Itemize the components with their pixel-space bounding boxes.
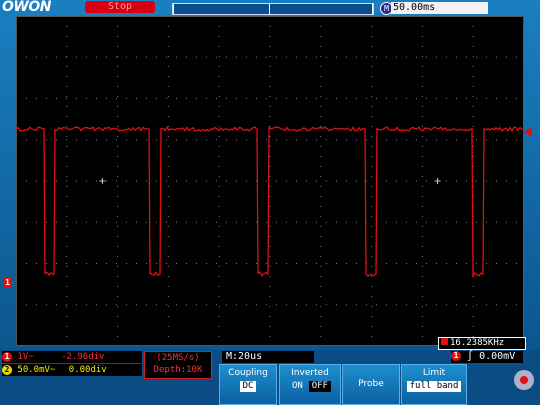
trigger-edge-icon: ∫ — [467, 351, 473, 362]
run-stop-status[interactable]: Stop — [85, 1, 155, 13]
menu-probe[interactable]: Probe — [342, 364, 400, 405]
waveform-screen — [16, 16, 524, 346]
menu-inverted[interactable]: Inverted ON OFF — [279, 364, 341, 405]
ch2-badge: 2 — [2, 365, 12, 375]
owon-logo: OWON — [2, 0, 51, 14]
inverted-off-option[interactable]: OFF — [309, 381, 331, 392]
sample-rate: (25MS/s) — [145, 352, 211, 364]
oscilloscope-display: OWON Stop M 50.00ms 1 16.2385KHz 1 1V~ -… — [0, 0, 540, 405]
record-depth: Depth:10K — [145, 364, 211, 376]
limit-title: Limit — [402, 368, 466, 378]
trigger-level: 0.00mV — [479, 351, 515, 362]
main-timebase: M:20us — [222, 351, 314, 363]
menu-softkey-button[interactable] — [514, 370, 534, 390]
horizontal-position-bar[interactable] — [172, 3, 374, 15]
ch1-info[interactable]: 1 1V~ -2.96div — [2, 351, 142, 363]
hpos-left-end — [173, 4, 174, 14]
inverted-on-option[interactable]: ON — [289, 381, 306, 392]
menu-limit[interactable]: Limit full band — [401, 364, 467, 405]
ch1-badge: 1 — [2, 352, 12, 362]
frequency-readout: 16.2385KHz — [438, 337, 526, 350]
frequency-value: 16.2385KHz — [450, 338, 504, 348]
ch1-freq-icon — [441, 338, 448, 345]
trigger-info: 1 ∫ 0.00mV — [451, 351, 523, 363]
trigger-source-badge: 1 — [451, 351, 461, 361]
probe-title: Probe — [343, 379, 399, 389]
ch2-scale: 50.0mV~ — [17, 365, 55, 375]
ch1-ground-marker[interactable]: 1 — [3, 278, 12, 287]
menu-coupling[interactable]: Coupling DC — [219, 364, 277, 405]
coupling-title: Coupling — [220, 368, 276, 378]
ch2-offset: 0.00div — [69, 365, 107, 375]
hpos-right-end — [372, 4, 373, 14]
ch1-waveform-trace — [16, 127, 524, 276]
ch1-offset: -2.96div — [61, 352, 104, 362]
hpos-trigger-mark — [269, 3, 270, 15]
inverted-title: Inverted — [280, 368, 340, 378]
waveform-svg — [16, 16, 524, 346]
limit-value: full band — [407, 381, 462, 392]
ch2-info[interactable]: 2 50.0mV~ 0.00div — [2, 364, 142, 376]
trigger-level-marker[interactable] — [524, 127, 532, 137]
top-status-bar: OWON Stop M 50.00ms — [0, 0, 540, 16]
window-timebase: 50.00ms — [391, 2, 488, 14]
ch1-scale: 1V~ — [17, 352, 33, 362]
softkey-dot-icon — [520, 376, 528, 384]
acquisition-info: (25MS/s) Depth:10K — [144, 351, 212, 379]
coupling-value: DC — [240, 381, 257, 392]
